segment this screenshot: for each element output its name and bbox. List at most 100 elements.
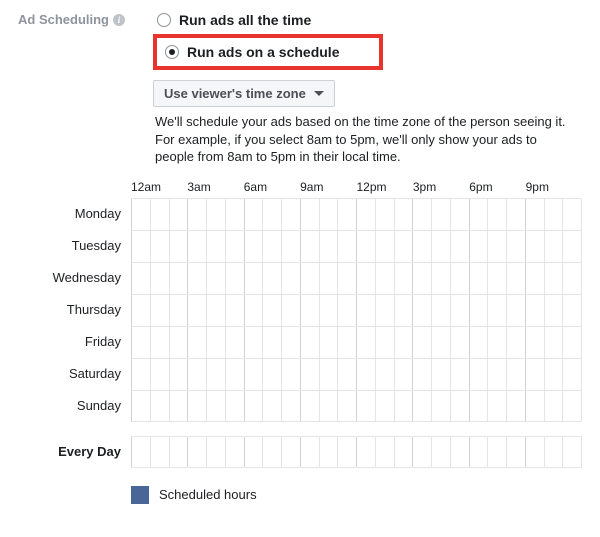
schedule-cell[interactable] bbox=[356, 263, 375, 294]
schedule-cell[interactable] bbox=[375, 391, 394, 421]
schedule-cell[interactable] bbox=[337, 263, 356, 294]
schedule-cell[interactable] bbox=[469, 359, 488, 390]
schedule-cell[interactable] bbox=[150, 437, 169, 467]
schedule-cell[interactable] bbox=[356, 391, 375, 421]
schedule-cell[interactable] bbox=[506, 199, 525, 230]
schedule-cell[interactable] bbox=[487, 263, 506, 294]
schedule-cell[interactable] bbox=[525, 437, 544, 467]
schedule-cell[interactable] bbox=[131, 263, 150, 294]
schedule-cell[interactable] bbox=[187, 327, 206, 358]
schedule-cell[interactable] bbox=[187, 359, 206, 390]
schedule-cell[interactable] bbox=[300, 295, 319, 326]
schedule-cell[interactable] bbox=[319, 295, 338, 326]
schedule-cell[interactable] bbox=[412, 263, 431, 294]
schedule-cell[interactable] bbox=[431, 391, 450, 421]
schedule-cell[interactable] bbox=[450, 359, 469, 390]
schedule-cell[interactable] bbox=[394, 199, 413, 230]
schedule-cell[interactable] bbox=[562, 263, 582, 294]
schedule-cell[interactable] bbox=[262, 437, 281, 467]
schedule-cell[interactable] bbox=[356, 199, 375, 230]
schedule-cell[interactable] bbox=[169, 327, 188, 358]
schedule-cell[interactable] bbox=[506, 359, 525, 390]
day-row[interactable]: Thursday bbox=[18, 294, 582, 326]
schedule-cell[interactable] bbox=[262, 263, 281, 294]
schedule-cell[interactable] bbox=[300, 231, 319, 262]
schedule-cell[interactable] bbox=[375, 295, 394, 326]
schedule-cell[interactable] bbox=[544, 437, 563, 467]
schedule-cell[interactable] bbox=[487, 359, 506, 390]
schedule-cell[interactable] bbox=[337, 231, 356, 262]
schedule-cell[interactable] bbox=[225, 263, 244, 294]
schedule-cell[interactable] bbox=[131, 295, 150, 326]
schedule-cell[interactable] bbox=[487, 199, 506, 230]
schedule-cell[interactable] bbox=[525, 231, 544, 262]
schedule-cell[interactable] bbox=[412, 359, 431, 390]
schedule-cell[interactable] bbox=[544, 391, 563, 421]
schedule-cell[interactable] bbox=[450, 199, 469, 230]
schedule-cell[interactable] bbox=[131, 359, 150, 390]
schedule-cell[interactable] bbox=[487, 231, 506, 262]
schedule-cell[interactable] bbox=[337, 437, 356, 467]
schedule-cell[interactable] bbox=[356, 327, 375, 358]
schedule-cell[interactable] bbox=[375, 199, 394, 230]
schedule-cell[interactable] bbox=[206, 199, 225, 230]
schedule-cell[interactable] bbox=[412, 295, 431, 326]
schedule-cell[interactable] bbox=[450, 263, 469, 294]
schedule-cell[interactable] bbox=[187, 231, 206, 262]
schedule-cell[interactable] bbox=[150, 199, 169, 230]
schedule-cell[interactable] bbox=[150, 327, 169, 358]
schedule-cell[interactable] bbox=[450, 231, 469, 262]
schedule-cell[interactable] bbox=[169, 437, 188, 467]
schedule-cell[interactable] bbox=[544, 199, 563, 230]
schedule-cell[interactable] bbox=[450, 295, 469, 326]
schedule-cell[interactable] bbox=[562, 391, 582, 421]
schedule-cell[interactable] bbox=[412, 437, 431, 467]
schedule-cell[interactable] bbox=[394, 327, 413, 358]
schedule-cell[interactable] bbox=[394, 231, 413, 262]
schedule-cell[interactable] bbox=[487, 391, 506, 421]
schedule-cell[interactable] bbox=[375, 359, 394, 390]
schedule-cell[interactable] bbox=[206, 231, 225, 262]
day-row[interactable]: Friday bbox=[18, 326, 582, 358]
schedule-cell[interactable] bbox=[262, 359, 281, 390]
schedule-cell[interactable] bbox=[375, 263, 394, 294]
schedule-cell[interactable] bbox=[506, 295, 525, 326]
schedule-cell[interactable] bbox=[281, 437, 300, 467]
schedule-cell[interactable] bbox=[394, 295, 413, 326]
schedule-cell[interactable] bbox=[206, 295, 225, 326]
timezone-dropdown[interactable]: Use viewer's time zone bbox=[153, 80, 335, 107]
schedule-cell[interactable] bbox=[150, 295, 169, 326]
days-grid[interactable]: MondayTuesdayWednesdayThursdayFridaySatu… bbox=[18, 198, 582, 422]
schedule-cell[interactable] bbox=[450, 327, 469, 358]
schedule-cell[interactable] bbox=[431, 437, 450, 467]
schedule-cell[interactable] bbox=[319, 199, 338, 230]
day-row[interactable]: Sunday bbox=[18, 390, 582, 422]
schedule-cell[interactable] bbox=[281, 263, 300, 294]
schedule-cell[interactable] bbox=[131, 199, 150, 230]
schedule-cell[interactable] bbox=[262, 327, 281, 358]
schedule-cell[interactable] bbox=[300, 437, 319, 467]
schedule-cell[interactable] bbox=[169, 231, 188, 262]
schedule-cell[interactable] bbox=[225, 359, 244, 390]
schedule-cell[interactable] bbox=[506, 231, 525, 262]
schedule-cell[interactable] bbox=[562, 437, 582, 467]
schedule-cell[interactable] bbox=[206, 359, 225, 390]
schedule-cell[interactable] bbox=[431, 263, 450, 294]
schedule-cell[interactable] bbox=[469, 295, 488, 326]
schedule-cell[interactable] bbox=[431, 295, 450, 326]
schedule-cell[interactable] bbox=[506, 327, 525, 358]
schedule-cell[interactable] bbox=[150, 263, 169, 294]
schedule-cell[interactable] bbox=[562, 295, 582, 326]
schedule-cell[interactable] bbox=[262, 391, 281, 421]
schedule-cell[interactable] bbox=[262, 231, 281, 262]
schedule-cell[interactable] bbox=[244, 231, 263, 262]
schedule-cell[interactable] bbox=[337, 327, 356, 358]
schedule-cell[interactable] bbox=[169, 295, 188, 326]
schedule-cell[interactable] bbox=[131, 231, 150, 262]
schedule-cell[interactable] bbox=[506, 437, 525, 467]
schedule-cell[interactable] bbox=[319, 231, 338, 262]
info-icon[interactable]: i bbox=[113, 14, 125, 26]
schedule-cell[interactable] bbox=[187, 199, 206, 230]
schedule-cell[interactable] bbox=[469, 263, 488, 294]
schedule-cell[interactable] bbox=[356, 231, 375, 262]
